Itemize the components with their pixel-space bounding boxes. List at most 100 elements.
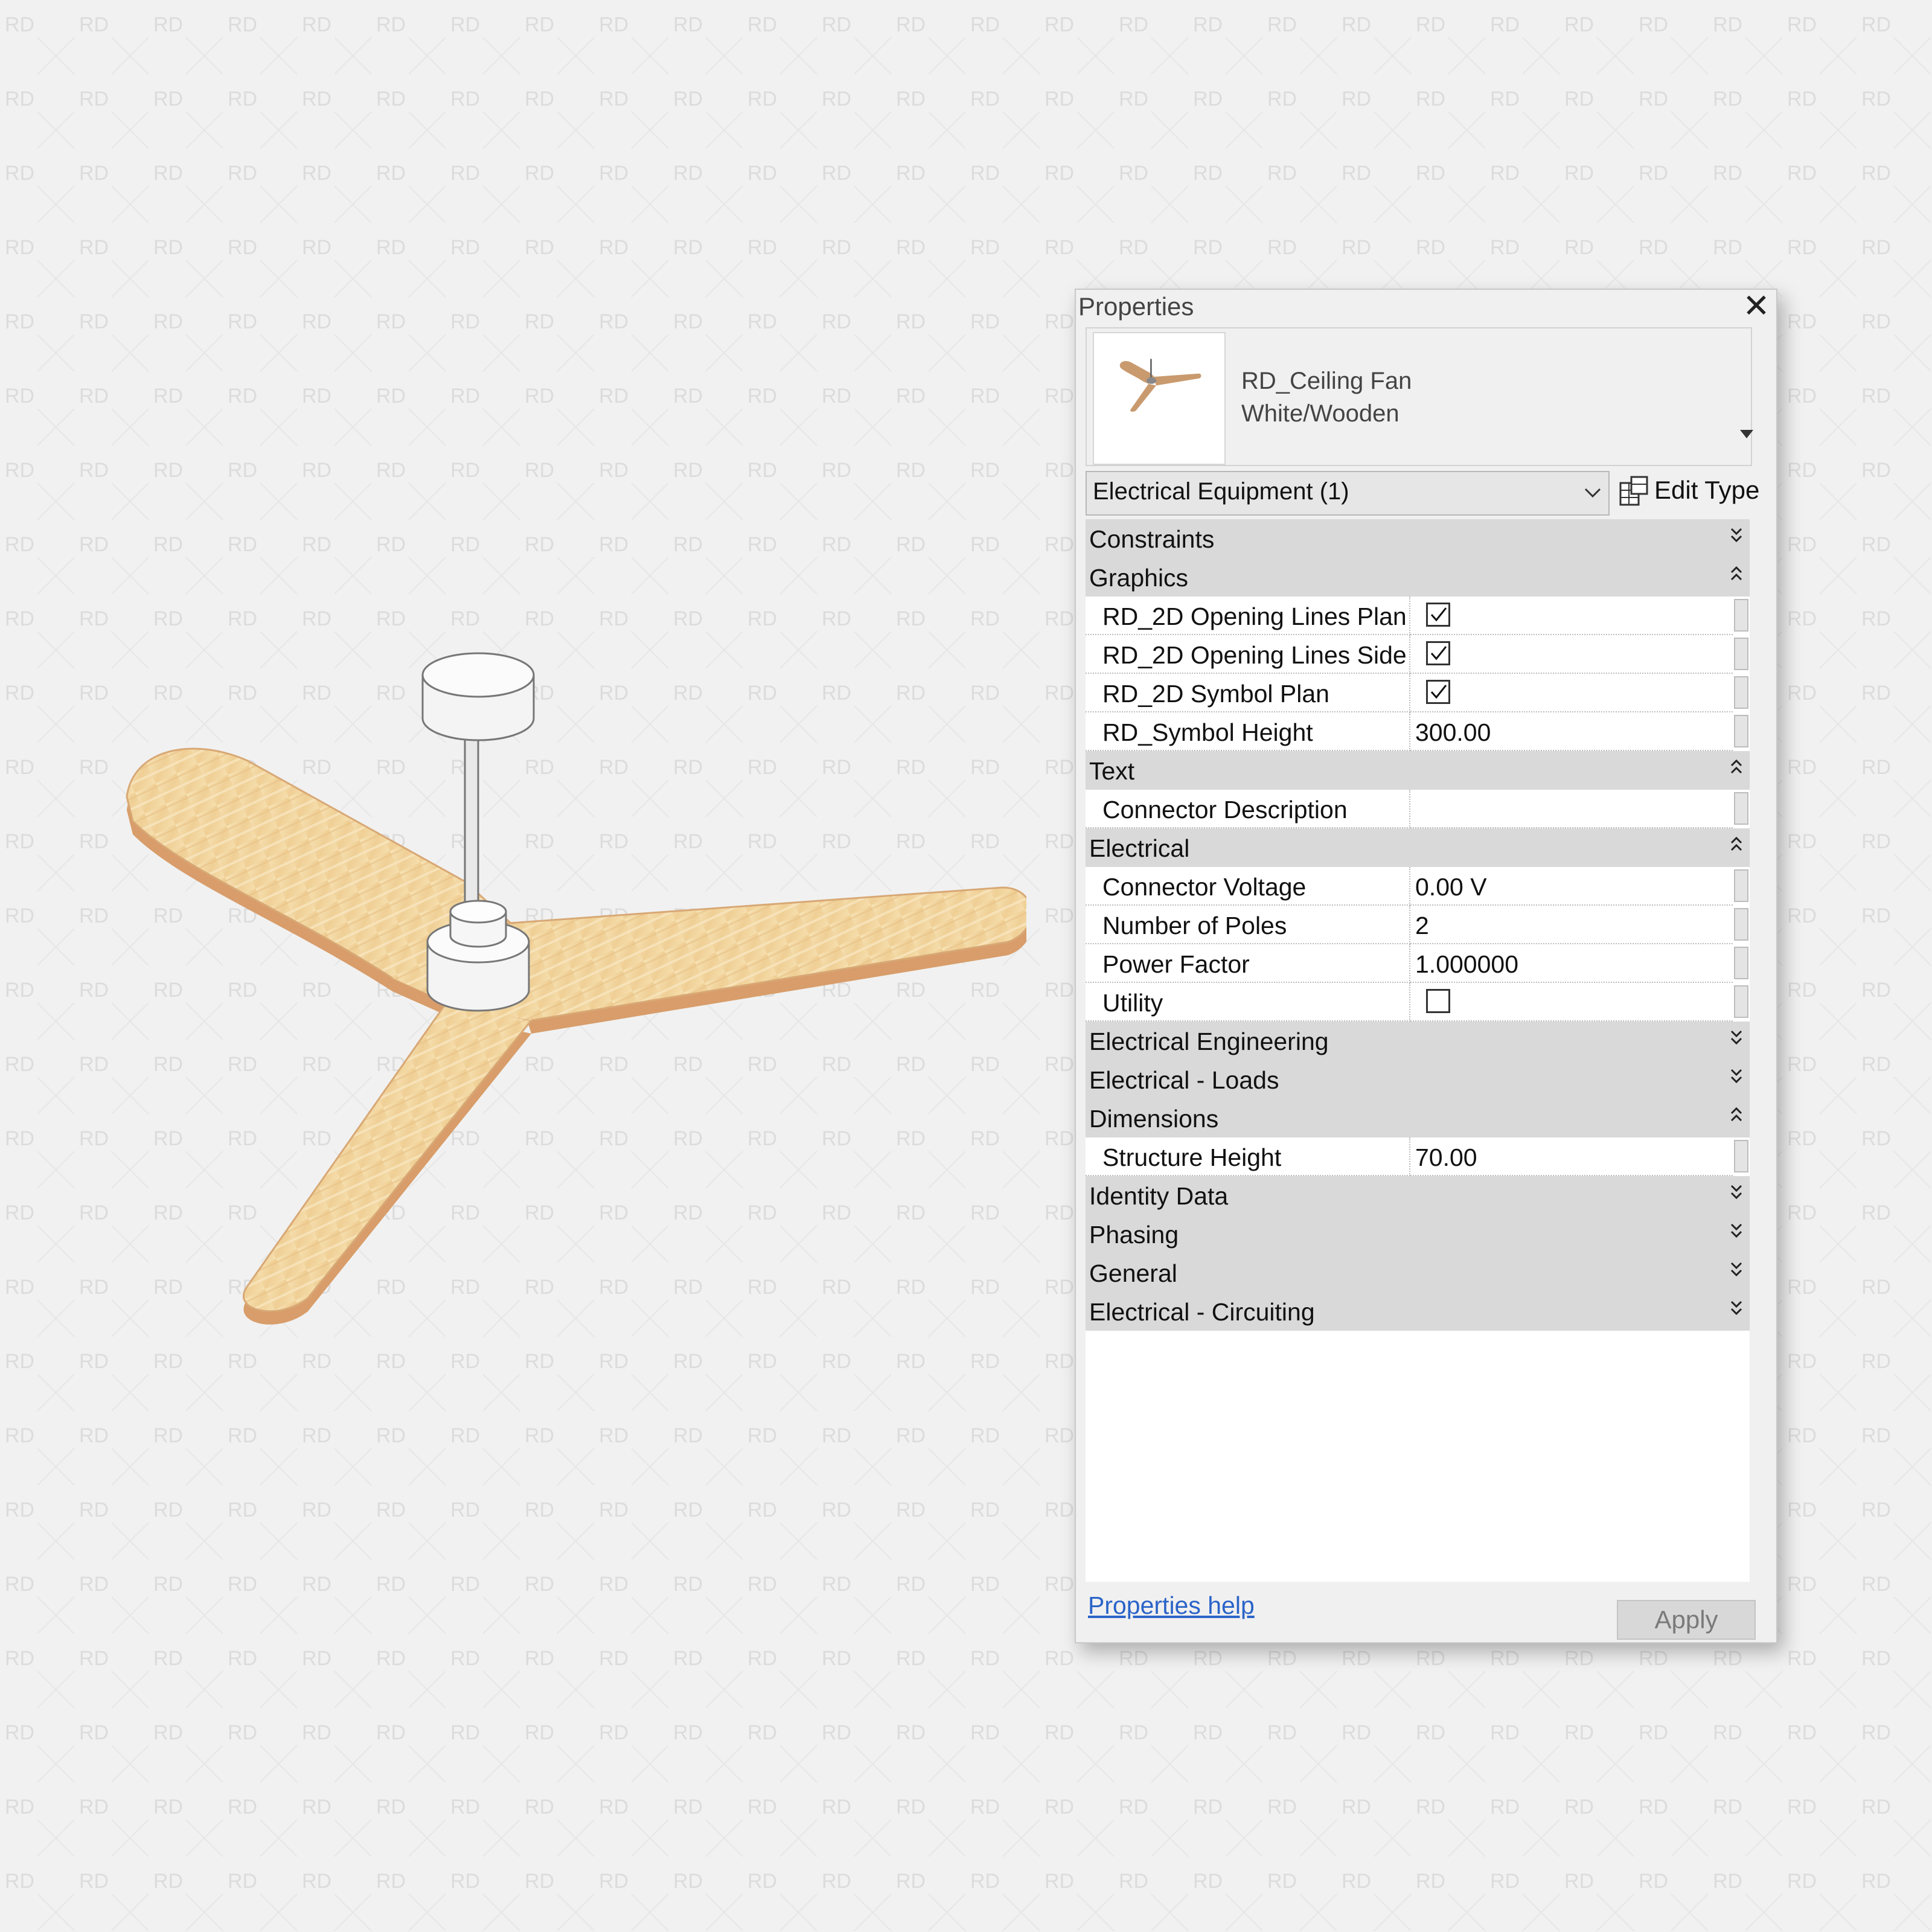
double-chevron-down-icon[interactable] <box>1728 525 1745 547</box>
watermark-text: RD <box>525 88 554 110</box>
edit-type-button[interactable]: Edit Type <box>1614 471 1765 513</box>
watermark-text: RD <box>1861 904 1891 927</box>
watermark-text: RD <box>376 1647 406 1670</box>
watermark-text: RD <box>1044 1350 1074 1373</box>
watermark-text: RD <box>302 1721 331 1744</box>
watermark-text: RD <box>525 1424 554 1447</box>
watermark-text: RD <box>599 459 629 482</box>
double-chevron-up-icon[interactable] <box>1728 1105 1745 1127</box>
property-checkbox[interactable] <box>1426 989 1450 1013</box>
group-header-general[interactable]: General <box>1086 1253 1750 1292</box>
double-chevron-up-icon[interactable] <box>1728 564 1745 586</box>
watermark-text: RD <box>1193 1796 1223 1818</box>
double-chevron-down-icon[interactable] <box>1728 1182 1745 1204</box>
watermark-text: RD <box>1044 1127 1074 1150</box>
group-header-phasing[interactable]: Phasing <box>1086 1215 1750 1253</box>
watermark-text: RD <box>525 385 554 408</box>
watermark-text: RD <box>1342 13 1371 36</box>
associate-parameter-button[interactable] <box>1734 985 1748 1018</box>
watermark-text: RD <box>1861 607 1891 630</box>
type-selector[interactable]: RD_Ceiling Fan White/Wooden <box>1086 327 1753 466</box>
watermark-text: RD <box>747 88 777 110</box>
associate-parameter-button[interactable] <box>1734 599 1748 632</box>
associate-parameter-button[interactable] <box>1734 638 1748 670</box>
watermark-text: RD <box>1639 236 1668 259</box>
associate-parameter-button[interactable] <box>1734 947 1748 979</box>
watermark-text: RD <box>153 459 183 482</box>
group-header-electrical[interactable]: Electrical <box>1086 828 1750 867</box>
group-header-electrical-loads[interactable]: Electrical - Loads <box>1086 1060 1750 1099</box>
property-value: 70.00 <box>1415 1144 1477 1171</box>
property-value-cell[interactable] <box>1410 983 1733 1022</box>
double-chevron-down-icon[interactable] <box>1728 1066 1745 1088</box>
property-value-cell[interactable]: 300.00 <box>1410 712 1733 751</box>
watermark-text: RD <box>1861 13 1891 36</box>
watermark-text: RD <box>228 1870 257 1893</box>
property-value-cell[interactable] <box>1410 674 1733 712</box>
watermark-text: RD <box>376 1721 406 1744</box>
property-value-cell[interactable]: 0.00 V <box>1410 867 1733 906</box>
watermark-text: RD <box>673 385 703 408</box>
chevron-down-icon <box>1584 488 1601 498</box>
properties-help-link[interactable]: Properties help <box>1088 1591 1255 1620</box>
property-value-cell[interactable]: 70.00 <box>1410 1137 1733 1176</box>
associate-parameter-button[interactable] <box>1734 792 1748 825</box>
apply-button[interactable]: Apply <box>1617 1600 1756 1640</box>
associate-parameter-button[interactable] <box>1734 1140 1748 1172</box>
group-header-graphics[interactable]: Graphics <box>1086 558 1750 597</box>
group-header-constraints[interactable]: Constraints <box>1086 519 1750 558</box>
watermark-text: RD <box>228 385 257 408</box>
watermark-text: RD <box>1119 1721 1148 1744</box>
associate-parameter-button[interactable] <box>1734 908 1748 941</box>
group-header-identity-data[interactable]: Identity Data <box>1086 1176 1750 1215</box>
double-chevron-down-icon[interactable] <box>1728 1221 1745 1243</box>
watermark-text: RD <box>1490 1870 1520 1893</box>
group-header-dimensions[interactable]: Dimensions <box>1086 1099 1750 1137</box>
watermark-text: RD <box>1564 236 1594 259</box>
double-chevron-down-icon[interactable] <box>1728 1028 1745 1049</box>
property-value-cell[interactable] <box>1410 790 1733 828</box>
watermark-text: RD <box>5 904 34 927</box>
property-checkbox[interactable] <box>1426 641 1450 665</box>
watermark-text: RD <box>153 88 183 110</box>
properties-grid: Constraints Graphics RD_2D Opening Lines P… <box>1086 519 1750 1582</box>
associate-parameter-button[interactable] <box>1734 676 1748 709</box>
group-header-electrical-circuiting[interactable]: Electrical - Circuiting <box>1086 1292 1750 1331</box>
watermark-text: RD <box>673 1721 703 1744</box>
chevron-down-icon[interactable] <box>1740 430 1753 438</box>
watermark-text: RD <box>673 1796 703 1818</box>
close-icon[interactable]: ✕ <box>1740 290 1773 322</box>
category-filter-dropdown[interactable]: Electrical Equipment (1) <box>1086 471 1610 516</box>
watermark-text: RD <box>1713 162 1742 185</box>
watermark-text: RD <box>79 310 109 333</box>
watermark-text: RD <box>896 1721 926 1744</box>
double-chevron-up-icon[interactable] <box>1728 757 1745 779</box>
associate-parameter-button[interactable] <box>1734 869 1748 902</box>
watermark-text: RD <box>599 1721 629 1744</box>
property-value-cell[interactable]: 1.000000 <box>1410 944 1733 983</box>
group-header-text[interactable]: Text <box>1086 751 1750 790</box>
property-row-utility: Utility <box>1086 983 1750 1022</box>
watermark-text: RD <box>747 533 777 556</box>
property-checkbox[interactable] <box>1426 603 1450 627</box>
group-label: Electrical - Circuiting <box>1089 1298 1315 1326</box>
watermark-text: RD <box>228 236 257 259</box>
property-checkbox[interactable] <box>1426 680 1450 704</box>
watermark-text: RD <box>1787 13 1817 36</box>
watermark-text: RD <box>1044 1721 1074 1744</box>
property-value-cell[interactable]: 2 <box>1410 906 1733 944</box>
watermark-text: RD <box>79 533 109 556</box>
watermark-text: RD <box>525 1499 554 1521</box>
double-chevron-down-icon[interactable] <box>1728 1259 1745 1281</box>
double-chevron-up-icon[interactable] <box>1728 834 1745 856</box>
watermark-text: RD <box>228 1499 257 1521</box>
property-row-rd-2d-opening-lines-side: RD_2D Opening Lines Side <box>1086 635 1750 674</box>
group-label: Electrical - Loads <box>1089 1066 1279 1094</box>
watermark-text: RD <box>1490 13 1520 36</box>
group-header-electrical-engineering[interactable]: Electrical Engineering <box>1086 1022 1750 1060</box>
property-value-cell[interactable] <box>1410 635 1733 674</box>
double-chevron-down-icon[interactable] <box>1728 1298 1745 1320</box>
property-value-cell[interactable] <box>1410 597 1733 635</box>
watermark-text: RD <box>1861 979 1891 1002</box>
associate-parameter-button[interactable] <box>1734 715 1748 747</box>
